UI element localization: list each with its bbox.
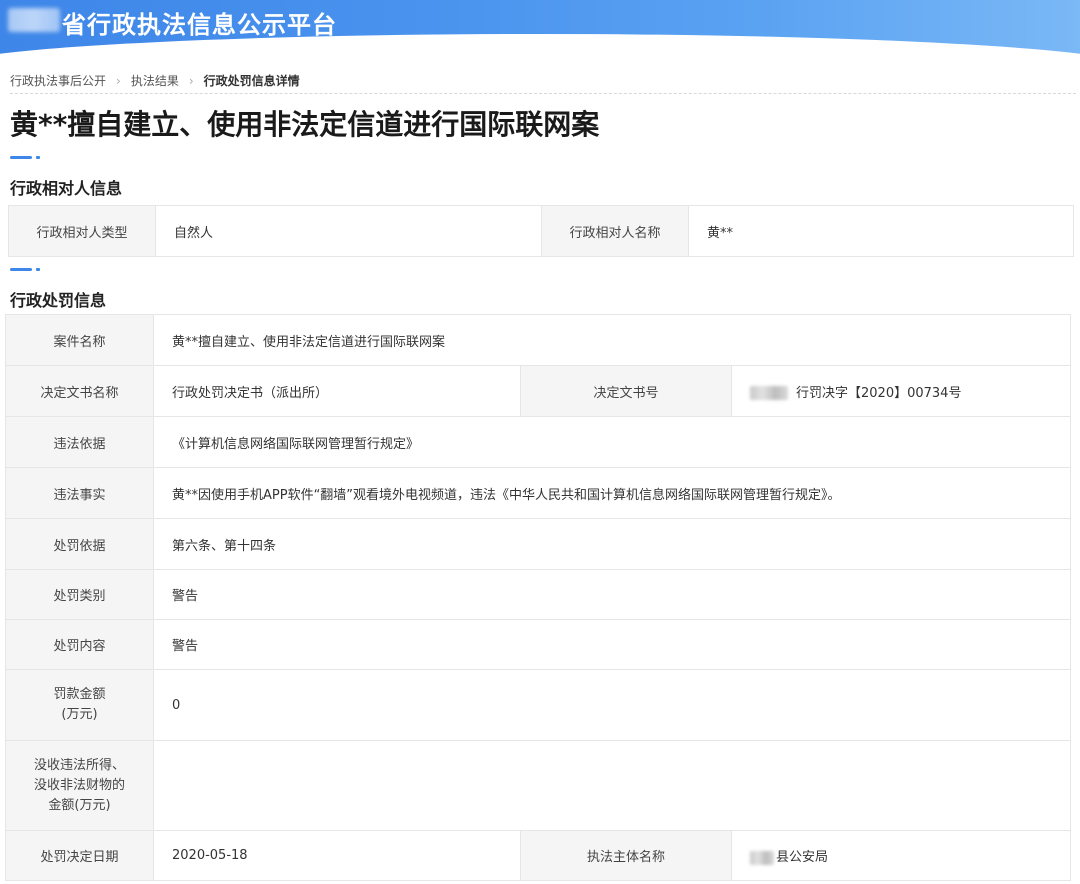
party-name-label: 行政相对人名称 <box>541 205 689 257</box>
decision-date-value: 2020-05-18 <box>153 830 521 881</box>
penalty-basis-value: 第六条、第十四条 <box>153 518 1071 570</box>
case-name-label: 案件名称 <box>5 314 154 366</box>
breadcrumb: 行政执法事后公开 › 执法结果 › 行政处罚信息详情 <box>10 68 1076 94</box>
table-row: 罚款金额 (万元) 0 <box>5 669 1071 741</box>
authority-cell: 县公安局 <box>731 830 1071 881</box>
doc-name-label: 决定文书名称 <box>5 365 154 417</box>
doc-number-value: 行罚决字【2020】00734号 <box>796 385 962 401</box>
confiscation-label: 没收违法所得、 没收非法财物的 金额(万元) <box>5 740 154 831</box>
penalty-content-label: 处罚内容 <box>5 619 154 670</box>
violation-basis-label: 违法依据 <box>5 416 154 468</box>
table-row: 违法依据 《计算机信息网络国际联网管理暂行规定》 <box>5 416 1071 468</box>
table-row: 没收违法所得、 没收非法财物的 金额(万元) <box>5 740 1071 831</box>
breadcrumb-item-current: 行政处罚信息详情 <box>203 74 300 88</box>
section-marker <box>10 268 40 271</box>
redacted-prefix <box>750 386 788 400</box>
fine-amount-value: 0 <box>153 669 1071 741</box>
authority-label: 执法主体名称 <box>520 830 732 881</box>
breadcrumb-item-disclosure[interactable]: 行政执法事后公开 <box>10 72 106 89</box>
redacted-province-name <box>8 8 60 32</box>
case-name-value: 黄**擅自建立、使用非法定信道进行国际联网案 <box>153 314 1071 366</box>
confiscation-label-line: 金额(万元) <box>48 797 111 813</box>
confiscation-label-line: 没收违法所得、 <box>33 757 125 773</box>
table-row: 决定文书名称 行政处罚决定书（派出所） 决定文书号 行罚决字【2020】0073… <box>5 365 1071 417</box>
table-row: 处罚决定日期 2020-05-18 执法主体名称 县公安局 <box>5 830 1071 881</box>
chevron-right-icon: › <box>116 73 121 88</box>
chevron-right-icon: › <box>188 73 194 88</box>
party-info-table: 行政相对人类型 自然人 行政相对人名称 黄** <box>8 205 1074 257</box>
authority-value: 县公安局 <box>776 850 829 865</box>
fine-label-unit: (万元) <box>61 707 98 722</box>
header-banner: 省行政执法信息公示平台 <box>0 0 1080 58</box>
penalty-type-label: 处罚类别 <box>5 569 154 620</box>
table-row: 处罚内容 警告 <box>5 619 1071 670</box>
violation-basis-value: 《计算机信息网络国际联网管理暂行规定》 <box>153 416 1071 468</box>
fine-amount-label: 罚款金额 (万元) <box>5 669 154 741</box>
party-type-value: 自然人 <box>155 205 542 257</box>
page-title: 黄**擅自建立、使用非法定信道进行国际联网案 <box>10 108 600 141</box>
penalty-basis-label: 处罚依据 <box>5 518 154 570</box>
doc-number-label: 决定文书号 <box>520 365 732 417</box>
confiscation-value <box>153 740 1071 831</box>
section-marker <box>10 156 40 159</box>
fine-label-line: 罚款金额 <box>53 687 106 702</box>
table-row: 处罚类别 警告 <box>5 569 1071 620</box>
violation-facts-label: 违法事实 <box>5 467 154 519</box>
section-title-penalty: 行政处罚信息 <box>10 291 107 310</box>
penalty-info-table: 案件名称 黄**擅自建立、使用非法定信道进行国际联网案 决定文书名称 行政处罚决… <box>5 314 1071 881</box>
table-row: 处罚依据 第六条、第十四条 <box>5 518 1071 570</box>
violation-facts-value: 黄**因使用手机APP软件“翻墙”观看境外电视频道，违法《中华人民共和国计算机信… <box>153 467 1071 519</box>
redacted-county <box>750 850 774 865</box>
breadcrumb-item-results[interactable]: 执法结果 <box>131 72 179 89</box>
decision-date-label: 处罚决定日期 <box>5 830 154 881</box>
penalty-content-value: 警告 <box>153 619 1071 670</box>
party-name-value: 黄** <box>688 205 1074 257</box>
penalty-type-value: 警告 <box>153 569 1071 620</box>
table-row: 违法事实 黄**因使用手机APP软件“翻墙”观看境外电视频道，违法《中华人民共和… <box>5 467 1071 519</box>
doc-name-value: 行政处罚决定书（派出所） <box>153 365 521 417</box>
section-title-party: 行政相对人信息 <box>10 179 123 198</box>
table-row: 案件名称 黄**擅自建立、使用非法定信道进行国际联网案 <box>5 314 1071 366</box>
site-title: 省行政执法信息公示平台 <box>62 11 337 39</box>
doc-number-cell: 行罚决字【2020】00734号 <box>731 365 1071 417</box>
confiscation-label-line: 没收非法财物的 <box>33 777 125 793</box>
party-type-label: 行政相对人类型 <box>8 205 156 257</box>
